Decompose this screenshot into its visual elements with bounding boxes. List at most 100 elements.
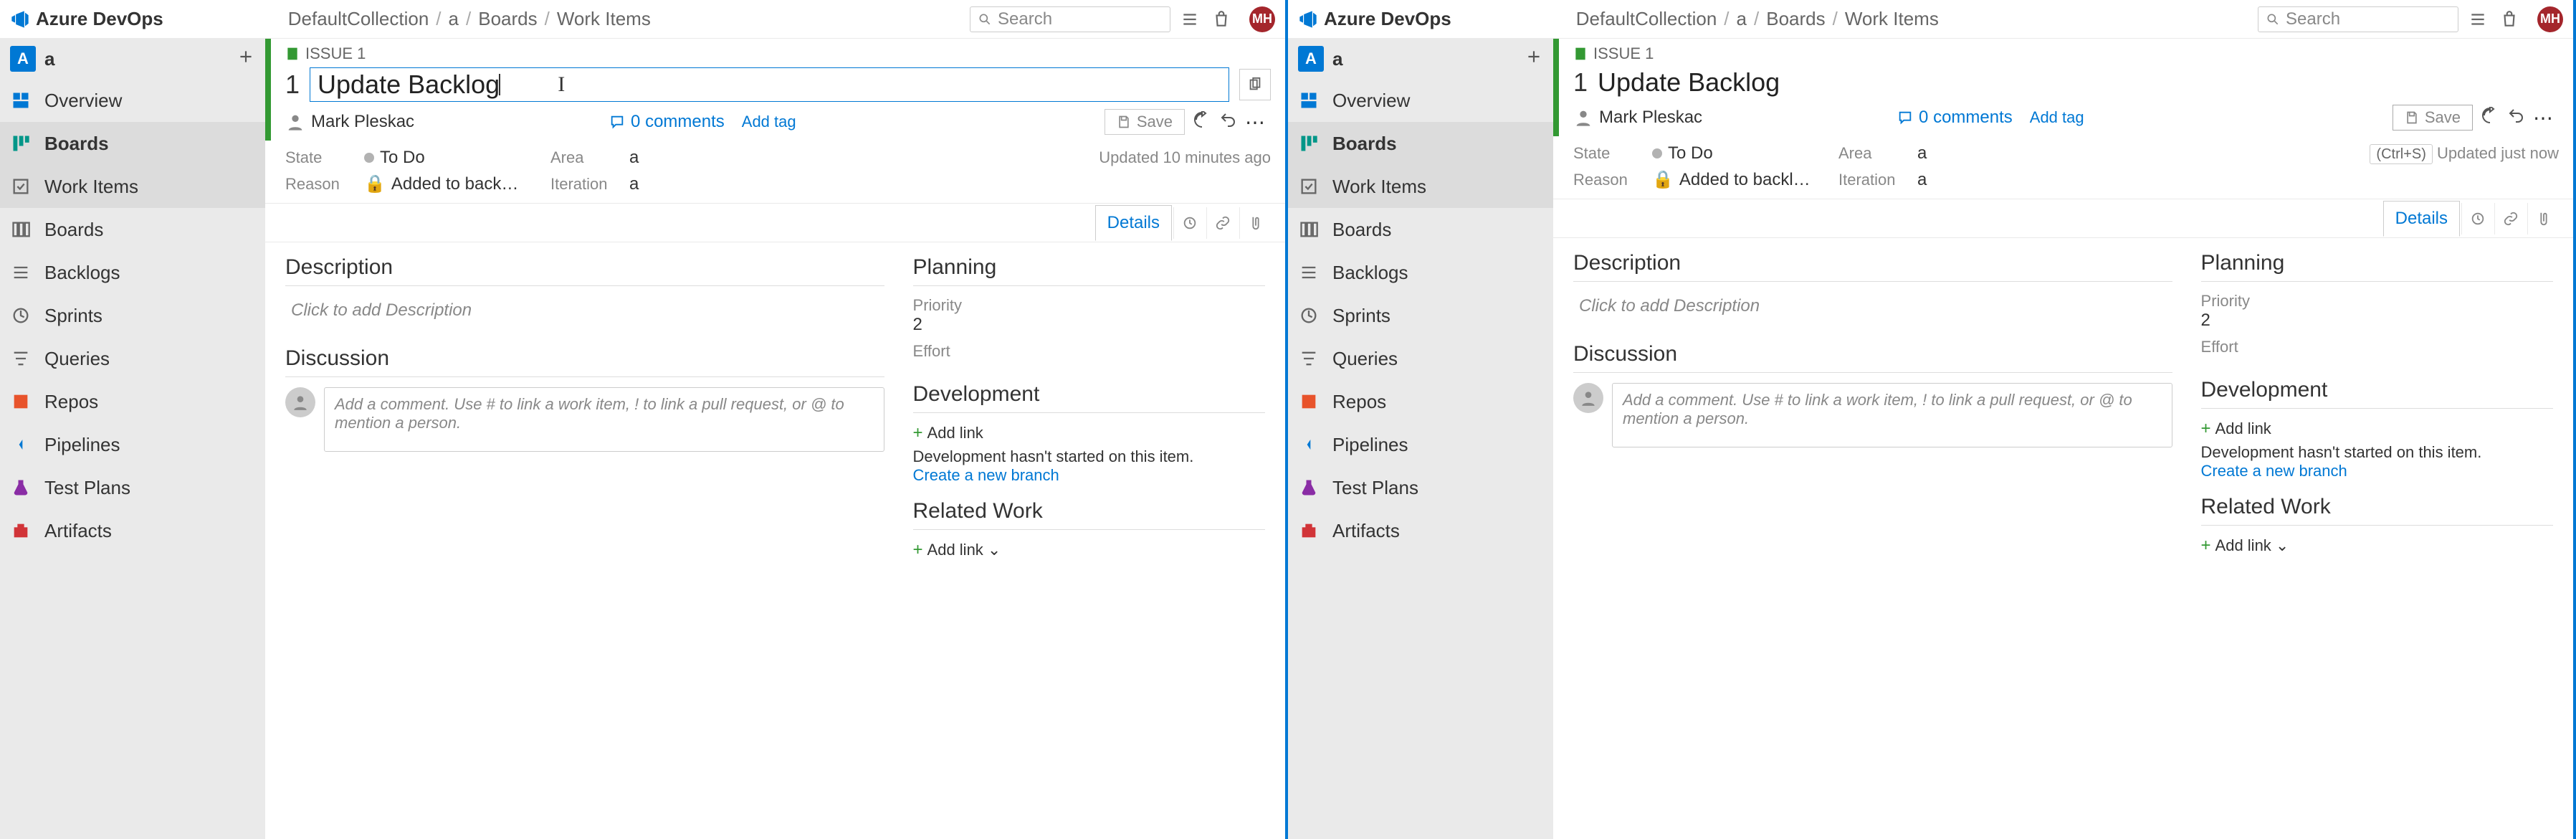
add-tag-button[interactable]: Add tag [742, 113, 796, 131]
backlogs-icon [1298, 262, 1320, 283]
user-avatar[interactable]: MH [1249, 6, 1275, 32]
iteration-value[interactable]: a [1917, 170, 1996, 190]
add-project-button[interactable] [1525, 47, 1543, 71]
tab-attachments[interactable] [1239, 207, 1271, 239]
area-value[interactable]: a [629, 148, 708, 168]
tab-history[interactable] [1173, 207, 1205, 239]
comments-link[interactable]: 0 comments [1897, 108, 2013, 128]
crumb-boards[interactable]: Boards [1766, 8, 1825, 30]
state-value[interactable]: To Do [364, 148, 550, 168]
user-avatar[interactable]: MH [2537, 6, 2563, 32]
comment-icon [1897, 110, 1913, 125]
area-value[interactable]: a [1917, 143, 1996, 163]
discussion-input[interactable]: Add a comment. Use # to link a work item… [324, 387, 884, 452]
title-input[interactable]: Update Backlog I [310, 67, 1229, 102]
boards-icon [10, 133, 32, 154]
sidebar-item-queries[interactable]: Queries [1288, 337, 1553, 380]
brand-logo[interactable]: Azure DevOps [10, 8, 163, 30]
more-actions-button[interactable]: ⋯ [2533, 106, 2553, 130]
crumb-collection[interactable]: DefaultCollection [1576, 8, 1717, 30]
breadcrumb: DefaultCollection/ a/ Boards/ Work Items [1576, 8, 1939, 30]
add-related-link-button[interactable]: Add link ⌄ [913, 540, 1265, 560]
sidebar-item-pipelines[interactable]: Pipelines [1288, 423, 1553, 466]
development-heading: Development [2201, 378, 2553, 402]
shopping-bag-icon[interactable] [2500, 10, 2519, 29]
sidebar-item-overview[interactable]: Overview [0, 79, 265, 122]
save-button[interactable]: Save [2393, 105, 2473, 131]
search-input[interactable]: Search [2258, 6, 2458, 32]
crumb-workitems[interactable]: Work Items [1845, 8, 1939, 30]
more-actions-button[interactable]: ⋯ [1245, 110, 1265, 134]
assigned-to[interactable]: Mark Pleskac [285, 112, 414, 132]
project-header[interactable]: A a [0, 39, 265, 79]
crumb-project[interactable]: a [449, 8, 459, 30]
sidebar-item-boards[interactable]: Boards [0, 122, 265, 165]
discussion-input[interactable]: Add a comment. Use # to link a work item… [1612, 383, 2172, 447]
reason-value[interactable]: 🔒Added to back… [364, 174, 550, 194]
sidebar-item-backlogs[interactable]: Backlogs [1288, 251, 1553, 294]
add-project-button[interactable] [237, 47, 255, 71]
priority-value[interactable]: 2 [913, 315, 1265, 335]
sidebar-item-testplans[interactable]: Test Plans [0, 466, 265, 509]
sidebar-item-artifacts[interactable]: Artifacts [0, 509, 265, 552]
sidebar-label: Artifacts [1332, 520, 1400, 542]
description-input[interactable]: Click to add Description [1573, 292, 2172, 321]
state-value[interactable]: To Do [1652, 143, 1838, 163]
shopping-bag-icon[interactable] [1212, 10, 1231, 29]
brand-logo[interactable]: Azure DevOps [1298, 8, 1451, 30]
project-header[interactable]: A a [1288, 39, 1553, 79]
add-dev-link-button[interactable]: Add link [2201, 419, 2553, 439]
refresh-button[interactable] [1193, 111, 1211, 133]
sidebar-item-sprints[interactable]: Sprints [1288, 294, 1553, 337]
iteration-value[interactable]: a [629, 174, 708, 194]
sidebar-item-artifacts[interactable]: Artifacts [1288, 509, 1553, 552]
refresh-button[interactable] [2481, 107, 2499, 129]
sidebar-item-workitems[interactable]: Work Items [0, 165, 265, 208]
sidebar-item-repos[interactable]: Repos [1288, 380, 1553, 423]
sidebar-item-testplans[interactable]: Test Plans [1288, 466, 1553, 509]
tab-details[interactable]: Details [2383, 201, 2460, 237]
reason-value[interactable]: 🔒Added to backl… [1652, 169, 1838, 190]
actions-button[interactable] [2507, 107, 2524, 129]
lock-icon: 🔒 [364, 174, 386, 194]
sidebar-item-sprints[interactable]: Sprints [0, 294, 265, 337]
crumb-collection[interactable]: DefaultCollection [288, 8, 429, 30]
assigned-to[interactable]: Mark Pleskac [1573, 108, 1702, 128]
search-input[interactable]: Search [970, 6, 1170, 32]
discussion-heading: Discussion [285, 346, 884, 371]
history-icon [1182, 215, 1198, 231]
sidebar-item-boards-sub[interactable]: Boards [1288, 208, 1553, 251]
create-branch-link[interactable]: Create a new branch [913, 466, 1265, 485]
copy-link-button[interactable] [1239, 69, 1271, 100]
sidebar-item-overview[interactable]: Overview [1288, 79, 1553, 122]
crumb-project[interactable]: a [1737, 8, 1747, 30]
actions-button[interactable] [1219, 111, 1236, 133]
add-related-link-button[interactable]: Add link ⌄ [2201, 536, 2553, 556]
crumb-workitems[interactable]: Work Items [557, 8, 651, 30]
list-icon[interactable] [2468, 10, 2487, 29]
add-dev-link-button[interactable]: Add link [913, 423, 1265, 443]
tab-attachments[interactable] [2527, 203, 2559, 234]
sidebar-item-boards-sub[interactable]: Boards [0, 208, 265, 251]
description-input[interactable]: Click to add Description [285, 296, 884, 325]
list-icon[interactable] [1180, 10, 1199, 29]
priority-value[interactable]: 2 [2201, 311, 2553, 331]
workitem-number: 1 [1573, 67, 1588, 98]
sidebar-item-workitems[interactable]: Work Items [1288, 165, 1553, 208]
create-branch-link[interactable]: Create a new branch [2201, 462, 2553, 480]
title-text[interactable]: Update Backlog [1598, 67, 2559, 98]
save-button[interactable]: Save [1105, 109, 1185, 135]
tab-links[interactable] [2494, 203, 2526, 234]
sidebar-item-backlogs[interactable]: Backlogs [0, 251, 265, 294]
add-tag-button[interactable]: Add tag [2030, 108, 2084, 127]
tab-links[interactable] [1206, 207, 1238, 239]
tab-details[interactable]: Details [1095, 205, 1172, 241]
sidebar-item-repos[interactable]: Repos [0, 380, 265, 423]
comments-link[interactable]: 0 comments [609, 112, 725, 132]
person-icon [1579, 389, 1598, 407]
crumb-boards[interactable]: Boards [478, 8, 537, 30]
sidebar-item-queries[interactable]: Queries [0, 337, 265, 380]
sidebar-item-boards[interactable]: Boards [1288, 122, 1553, 165]
tab-history[interactable] [2461, 203, 2493, 234]
sidebar-item-pipelines[interactable]: Pipelines [0, 423, 265, 466]
